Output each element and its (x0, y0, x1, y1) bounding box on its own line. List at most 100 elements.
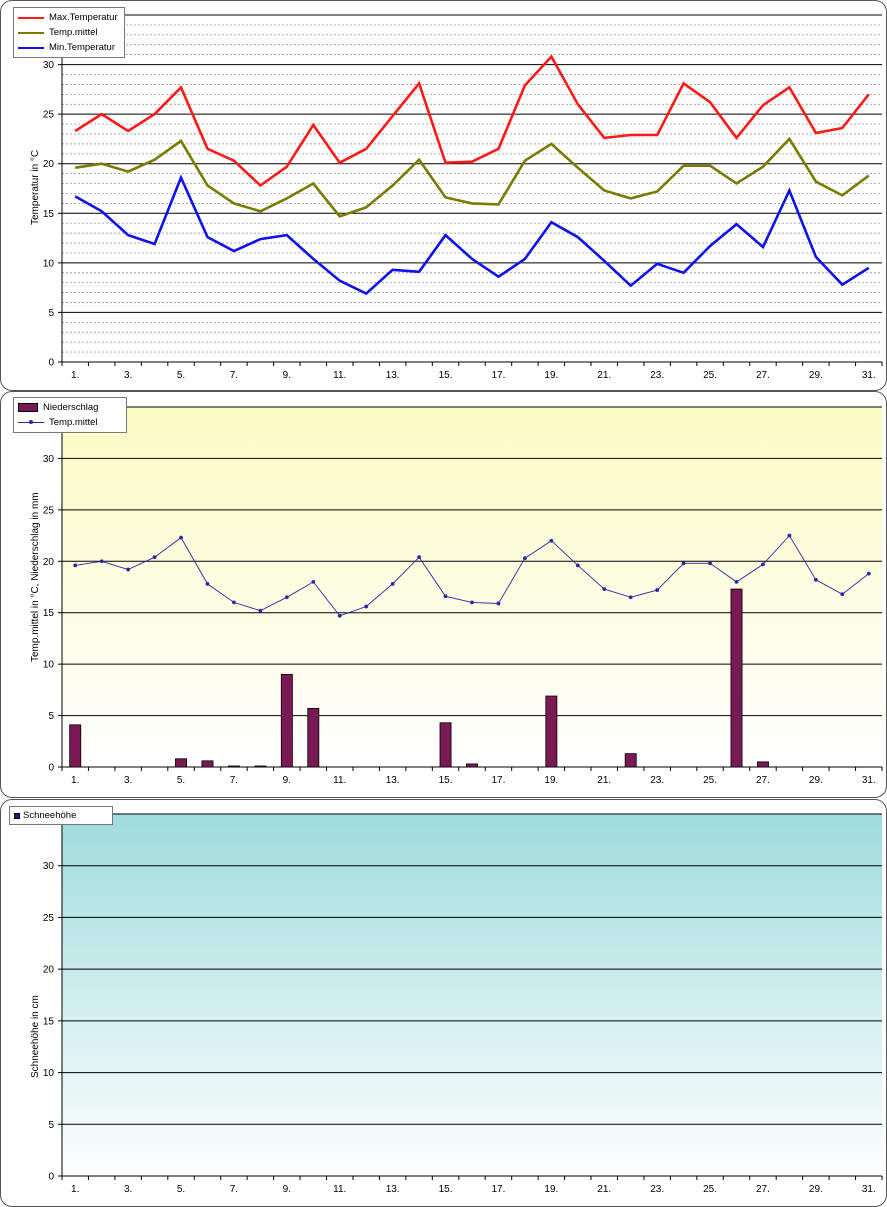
mean-temp-point (761, 562, 765, 567)
x-tick-label: 13. (386, 1184, 400, 1195)
x-tick-label: 17. (491, 1184, 505, 1195)
x-tick-label: 29. (809, 775, 823, 786)
precipitation-legend: Niederschlag Temp.mittel (13, 397, 127, 433)
plot-background (62, 407, 882, 767)
y-tick-label: 20 (43, 159, 55, 170)
mean-temp-point (258, 608, 263, 613)
mean-temp-point (73, 563, 78, 568)
temperature-legend: Max.Temperatur Temp.mittel Min.Temperatu… (13, 7, 125, 58)
x-tick-label: 27. (756, 370, 770, 381)
x-tick-label: 31. (862, 370, 876, 381)
precip-bar (307, 707, 320, 768)
snow-chart-panel: 0 5 10 15 20 25 30 1. 3. 5. 7. 9. 11. 13. 15. 17. 19. 21.… (0, 799, 887, 1207)
x-tick-label: 23. (650, 775, 664, 786)
x-tick-label: 15. (439, 370, 453, 381)
series-line-max-temp (74, 54, 870, 188)
y-tick-label: 30 (43, 861, 55, 872)
y-tick-label: 15 (43, 209, 55, 220)
mean-temp-point (152, 555, 157, 560)
x-tick-label: 5. (177, 370, 185, 381)
x-tick-label: 1. (71, 370, 79, 381)
temperature-chart: 0 5 10 15 20 25 30 1. 3. 5. 7. 9. 11. 13. 15. 17. 19. 21.… (43, 14, 883, 381)
x-tick-label: 13. (386, 775, 400, 786)
precip-bar (201, 760, 214, 768)
y-tick-label: 15 (43, 608, 55, 619)
mean-temp-point (232, 600, 236, 605)
mean-temp-point (417, 555, 421, 560)
x-tick-label: 31. (862, 775, 876, 786)
y-tick-label: 30 (43, 60, 55, 71)
legend-swatch-mean-temp-2 (18, 420, 44, 424)
legend-item-precip: Niederschlag (18, 400, 122, 415)
y-tick-label: 20 (43, 965, 55, 976)
x-tick-label: 11. (333, 775, 346, 786)
x-tick-label: 5. (177, 775, 185, 786)
legend-label-mean-temp: Temp.mittel (49, 27, 98, 38)
mean-temp-point (470, 600, 474, 605)
mean-temp-point (549, 538, 554, 543)
mean-temp-point (866, 571, 871, 576)
mean-temp-point (813, 577, 818, 582)
legend-item-max-temp: Max.Temperatur (18, 10, 120, 25)
legend-swatch-snow (14, 812, 20, 819)
y-axis-label: Schneehöhe in cm (30, 995, 41, 1078)
x-tick-label: 15. (439, 1184, 453, 1195)
x-tick-label: 7. (230, 1184, 238, 1195)
mean-temp-point (205, 582, 210, 586)
legend-item-snow: Schneehöhe (14, 808, 108, 823)
mean-temp-point (681, 561, 686, 566)
mean-temp-point (179, 535, 183, 540)
mean-temp-point (126, 567, 131, 572)
x-tick-label: 1. (71, 1184, 79, 1195)
y-tick-label: 25 (43, 913, 55, 924)
precip-bar (227, 765, 240, 768)
legend-item-mean-temp-2: Temp.mittel (18, 415, 122, 430)
legend-label-mean-temp-2: Temp.mittel (49, 417, 98, 428)
mean-temp-point (443, 594, 448, 599)
temperature-chart-panel: 0 5 10 15 20 25 30 1. 3. 5. 7. 9. 11. 13. 15. 17. 19. 21.… (0, 0, 887, 391)
legend-swatch-max-temp (18, 16, 44, 19)
y-tick-label: 5 (48, 1120, 54, 1131)
mean-temp-point (284, 595, 289, 600)
y-tick-label: 30 (43, 454, 55, 465)
mean-temp-point (523, 556, 527, 561)
x-tick-label: 11. (333, 370, 346, 381)
x-tick-label: 19. (544, 1184, 558, 1195)
y-tick-label: 5 (48, 308, 54, 319)
y-tick-label: 20 (43, 557, 55, 568)
x-tick-label: 9. (283, 775, 291, 786)
precip-bar (175, 758, 187, 768)
y-tick-label: 0 (48, 358, 54, 369)
x-tick-label: 25. (703, 370, 717, 381)
x-tick-label: 11. (333, 1184, 346, 1195)
x-tick-label: 23. (650, 370, 664, 381)
x-tick-label: 29. (809, 1184, 823, 1195)
y-tick-label: 10 (43, 660, 55, 671)
legend-label-snow: Schneehöhe (23, 810, 77, 821)
mean-temp-point (628, 595, 633, 600)
precip-bar (466, 763, 478, 768)
x-tick-label: 13. (386, 370, 400, 381)
x-tick-label: 7. (230, 370, 238, 381)
mean-temp-point (575, 563, 580, 568)
x-tick-label: 25. (703, 775, 717, 786)
plot-background (62, 814, 882, 1176)
x-tick-label: 23. (650, 1184, 664, 1195)
y-tick-label: 0 (48, 763, 54, 774)
mean-temp-point (496, 601, 501, 606)
precip-bar (69, 724, 82, 768)
legend-label-precip: Niederschlag (43, 402, 99, 413)
mean-temp-point (311, 579, 316, 584)
y-tick-label: 0 (48, 1172, 54, 1183)
mean-temp-point (337, 613, 342, 618)
x-tick-label: 27. (756, 1184, 770, 1195)
mean-temp-point (708, 561, 712, 566)
snow-legend: Schneehöhe (9, 806, 113, 825)
y-tick-label: 25 (43, 110, 55, 121)
x-tick-label: 17. (491, 370, 505, 381)
legend-swatch-precip (18, 403, 38, 412)
y-tick-label: 15 (43, 1016, 55, 1027)
legend-label-max-temp: Max.Temperatur (49, 12, 118, 23)
x-tick-label: 29. (809, 370, 823, 381)
y-tick-label: 10 (43, 1068, 55, 1079)
